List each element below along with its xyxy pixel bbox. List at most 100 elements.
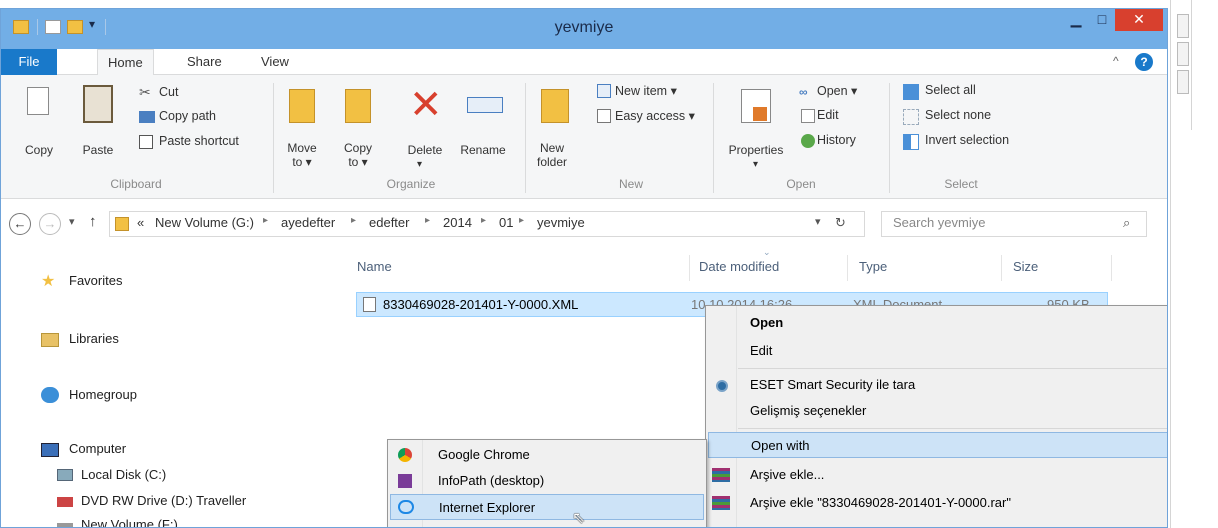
- properties-button[interactable]: Properties: [719, 143, 793, 157]
- new-folder-label-2[interactable]: folder: [529, 155, 575, 169]
- new-item-icon: [597, 84, 611, 98]
- maximize-button[interactable]: □: [1089, 9, 1115, 31]
- breadcrumb-item[interactable]: 01: [499, 215, 513, 230]
- chevron-right-icon[interactable]: ▸: [519, 215, 524, 226]
- nav-new-volume-f[interactable]: New Volume (F:): [81, 517, 178, 527]
- select-all-button[interactable]: Select all: [925, 83, 976, 97]
- up-icon[interactable]: ↑: [89, 213, 97, 230]
- breadcrumb-overflow[interactable]: «: [137, 215, 144, 230]
- close-button[interactable]: ✕: [1115, 9, 1163, 31]
- menu-item-internet-explorer[interactable]: Internet Explorer: [390, 494, 704, 520]
- copy-button[interactable]: Copy: [19, 143, 59, 157]
- easy-access-icon: [597, 109, 611, 123]
- delete-dropdown-icon[interactable]: ▾: [417, 159, 422, 170]
- back-icon[interactable]: ←: [9, 213, 31, 235]
- properties-dropdown-icon[interactable]: ▾: [753, 159, 758, 170]
- delete-button[interactable]: Delete: [401, 143, 449, 157]
- tab-share[interactable]: Share: [177, 49, 232, 75]
- column-name[interactable]: Name: [357, 259, 392, 274]
- nav-homegroup[interactable]: Homegroup: [69, 387, 137, 402]
- nav-dvd-drive[interactable]: DVD RW Drive (D:) Traveller: [81, 493, 246, 508]
- invert-selection-button[interactable]: Invert selection: [925, 133, 1009, 147]
- refresh-icon[interactable]: ↻: [835, 215, 846, 231]
- cut-button[interactable]: Cut: [159, 85, 178, 99]
- menu-item-add-to-archive[interactable]: Arşive ekle...: [706, 462, 1167, 488]
- group-label-new: New: [618, 177, 643, 191]
- menu-item-eset-scan[interactable]: ESET Smart Security ile tara: [706, 372, 1167, 398]
- select-all-icon: [903, 84, 919, 100]
- rename-icon: [467, 97, 503, 113]
- paste-shortcut-icon: [139, 135, 153, 149]
- new-folder-label-1[interactable]: New: [529, 141, 575, 155]
- nav-local-disk[interactable]: Local Disk (C:): [81, 467, 166, 482]
- group-separator: [525, 83, 526, 193]
- menu-item-add-to-rar[interactable]: Arşive ekle "8330469028-201401-Y-0000.ra…: [706, 490, 1167, 516]
- select-none-button[interactable]: Select none: [925, 108, 991, 122]
- collapse-ribbon-icon[interactable]: ^: [1113, 54, 1119, 68]
- search-icon[interactable]: ⌕: [1123, 215, 1130, 231]
- menu-item-google-chrome[interactable]: Google Chrome: [388, 442, 706, 468]
- xml-file-icon: [363, 297, 376, 312]
- history-icon: [801, 134, 815, 148]
- rename-button[interactable]: Rename: [455, 143, 511, 157]
- menu-separator: [738, 368, 1167, 369]
- new-item-button[interactable]: New item ▾: [615, 83, 677, 98]
- history-button[interactable]: History: [817, 133, 856, 147]
- copy-to-label-1[interactable]: Copy: [337, 141, 379, 155]
- chevron-right-icon[interactable]: ▸: [263, 215, 268, 226]
- move-to-icon: [289, 89, 315, 123]
- open-button[interactable]: Open ▾: [817, 83, 857, 98]
- paste-icon: [83, 85, 113, 123]
- menu-separator: [738, 428, 1167, 429]
- forward-icon[interactable]: →: [39, 213, 61, 235]
- recent-locations-icon[interactable]: ▾: [69, 215, 75, 228]
- breadcrumb-item[interactable]: New Volume (G:): [155, 215, 254, 230]
- group-separator: [273, 83, 274, 193]
- easy-access-button[interactable]: Easy access ▾: [615, 108, 695, 123]
- menu-item-infopath[interactable]: InfoPath (desktop): [388, 468, 706, 494]
- chevron-right-icon[interactable]: ▸: [481, 215, 486, 226]
- copy-path-button[interactable]: Copy path: [159, 109, 216, 123]
- move-to-label-2[interactable]: to ▾: [281, 155, 323, 169]
- paste-shortcut-button[interactable]: Paste shortcut: [159, 134, 239, 148]
- tab-file[interactable]: File: [1, 49, 57, 75]
- context-menu: Open Edit ESET Smart Security ile tara G…: [705, 305, 1167, 527]
- open-with-submenu: Google Chrome InfoPath (desktop) Interne…: [387, 439, 707, 527]
- breadcrumb-item[interactable]: yevmiye: [537, 215, 585, 230]
- menu-item-open[interactable]: Open: [706, 310, 1167, 336]
- chevron-right-icon[interactable]: ▸: [425, 215, 430, 226]
- column-size[interactable]: Size: [1013, 259, 1038, 274]
- chevron-right-icon[interactable]: ▸: [351, 215, 356, 226]
- nav-libraries[interactable]: Libraries: [69, 331, 119, 346]
- edit-button[interactable]: Edit: [817, 108, 839, 122]
- nav-favorites[interactable]: Favorites: [69, 273, 122, 288]
- select-none-icon: [903, 109, 919, 125]
- move-to-label-1[interactable]: Move: [281, 141, 323, 155]
- tab-view[interactable]: View: [251, 49, 299, 75]
- nav-computer[interactable]: Computer: [69, 441, 126, 456]
- menu-item-edit[interactable]: Edit: [706, 338, 1167, 364]
- scrollbar-down-icon[interactable]: [1177, 42, 1189, 66]
- address-dropdown-icon[interactable]: ▾: [815, 215, 821, 228]
- navigation-pane: ★ Favorites Libraries Homegroup Computer…: [1, 247, 341, 527]
- minimize-button[interactable]: ▁: [1063, 9, 1089, 31]
- scrollbar-up-icon[interactable]: [1177, 14, 1189, 38]
- checkmark-icon: [753, 107, 767, 121]
- column-type[interactable]: Type: [859, 259, 887, 274]
- menu-item-open-with[interactable]: Open with: [708, 432, 1167, 458]
- ribbon-tabs: File Home Share View ^ ?: [1, 49, 1167, 76]
- breadcrumb-item[interactable]: ayedefter: [281, 215, 335, 230]
- help-icon[interactable]: ?: [1135, 53, 1153, 71]
- breadcrumb-item[interactable]: 2014: [443, 215, 472, 230]
- paste-button[interactable]: Paste: [77, 143, 119, 157]
- column-date-modified[interactable]: Date modified: [699, 259, 779, 274]
- breadcrumb-item[interactable]: edefter: [369, 215, 409, 230]
- homegroup-icon: [41, 387, 59, 403]
- ribbon-home: Copy Paste ✂ Cut Copy path Paste shortcu…: [1, 75, 1167, 199]
- menu-item-advanced-options[interactable]: Gelişmiş seçenekler: [706, 398, 1167, 424]
- delete-icon: ✕: [409, 83, 443, 127]
- copy-to-label-2[interactable]: to ▾: [337, 155, 379, 169]
- invert-selection-icon: [903, 134, 919, 150]
- tab-home[interactable]: Home: [97, 49, 154, 76]
- scrollbar-more-icon[interactable]: [1177, 70, 1189, 94]
